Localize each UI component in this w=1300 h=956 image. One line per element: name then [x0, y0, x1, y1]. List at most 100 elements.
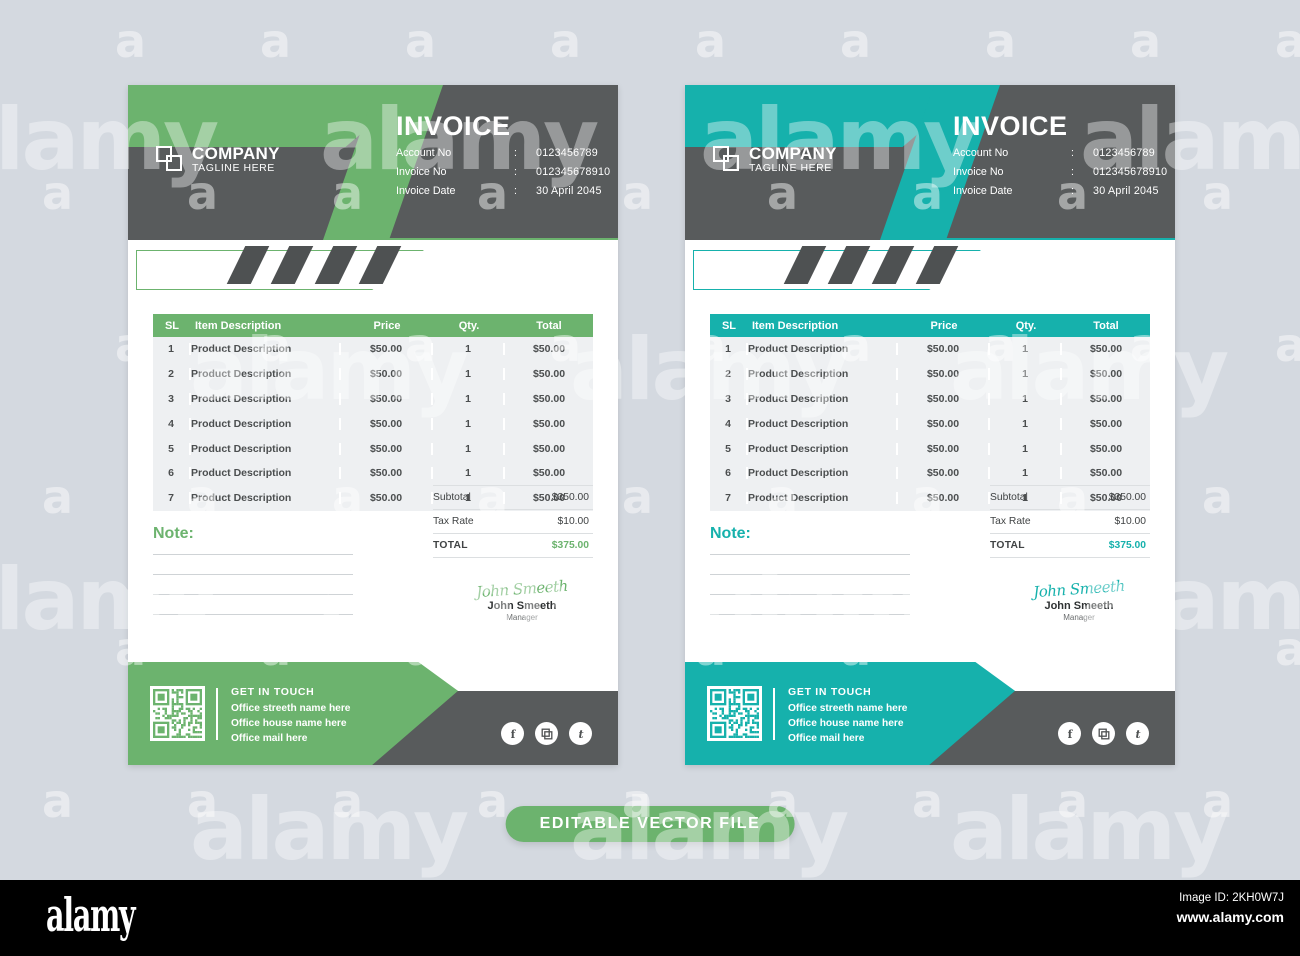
svg-text:t: t — [578, 728, 583, 740]
note-writing-line — [710, 554, 910, 555]
company-tagline: TAGLINE HERE — [192, 161, 275, 174]
social-icons: ft — [501, 722, 592, 745]
facebook-icon[interactable]: f — [501, 722, 524, 745]
cell-sl: 1 — [710, 343, 748, 356]
cell-desc: Product Description — [191, 442, 341, 455]
table-header-4: Total — [536, 319, 562, 332]
invoice-title: INVOICE — [953, 111, 1068, 141]
invoice-meta-value-0: 0123456789 — [536, 147, 598, 159]
watermark-letter: a — [1275, 14, 1300, 68]
cell-qty: 1 — [433, 417, 505, 430]
note-title: Note: — [710, 525, 751, 542]
svg-text:f: f — [1067, 728, 1073, 740]
invoice-meta-value-1: 012345678910 — [1093, 166, 1168, 178]
footer-contact-line-0: Office streeth name here — [788, 703, 908, 714]
invoice-footer: GET IN TOUCH Office streeth name here Off… — [128, 662, 618, 765]
table-row: 6 Product Description $50.00 1 $50.00 — [153, 460, 593, 486]
instagram-icon[interactable] — [535, 722, 558, 745]
cell-desc: Product Description — [191, 417, 341, 430]
cell-desc: Product Description — [191, 343, 341, 356]
watermark-letter: a — [405, 14, 437, 68]
cell-price: $50.00 — [341, 343, 433, 356]
watermark-letter: a — [42, 774, 74, 828]
watermark-letter: a — [1202, 470, 1234, 524]
totals-label-0: Subtotal — [433, 492, 471, 503]
instagram-icon[interactable] — [1092, 722, 1115, 745]
cell-qty: 1 — [990, 467, 1062, 480]
cell-desc: Product Description — [748, 368, 898, 381]
watermark-letter: a — [622, 470, 654, 524]
totals-row: TOTAL $375.00 — [433, 534, 593, 558]
cell-total: $50.00 — [532, 343, 566, 356]
watermark-letter: a — [912, 774, 944, 828]
signature-role: Manager — [506, 613, 538, 622]
invoice-meta-list: Account No : 0123456789 Invoice No : 012… — [396, 147, 610, 204]
cell-desc: Product Description — [191, 392, 341, 405]
signature-script: John Smeeth — [1032, 576, 1126, 602]
totals-label-1: Tax Rate — [990, 516, 1031, 527]
table-row: 4 Product Description $50.00 1 $50.00 — [710, 411, 1150, 437]
company-name: COMPANY — [192, 144, 280, 163]
invoice-meta-key-1: Invoice No — [396, 166, 447, 178]
cell-desc: Product Description — [748, 392, 898, 405]
totals-label-0: Subtotal — [990, 492, 1028, 503]
watermark-letter: a — [1202, 166, 1234, 220]
twitter-icon[interactable]: t — [1126, 722, 1149, 745]
watermark-letter: a — [1202, 774, 1234, 828]
note-writing-line — [710, 614, 910, 615]
qr-code-icon — [707, 686, 762, 741]
table-header-3: Qty. — [1015, 319, 1037, 332]
table-header-2: Price — [373, 319, 401, 332]
totals-value-2: $375.00 — [551, 540, 589, 551]
totals-row: Subtotal $350.00 — [433, 485, 593, 510]
table-row: 3 Product Description $50.00 1 $50.00 — [153, 386, 593, 412]
cell-total: $50.00 — [532, 442, 566, 455]
cell-desc: Product Description — [191, 467, 341, 480]
table-header-0: SL — [164, 319, 180, 332]
watermark-letter: a — [42, 470, 74, 524]
facebook-icon[interactable]: f — [1058, 722, 1081, 745]
footer-contact-line-2: Office mail here — [788, 732, 865, 744]
twitter-icon[interactable]: t — [569, 722, 592, 745]
totals-value-0: $350.00 — [1108, 492, 1146, 503]
cell-sl: 3 — [710, 392, 748, 405]
invoice-items-table: SL Item Description Price Qty. Total 1 Produ… — [153, 314, 593, 511]
totals-label-2: TOTAL — [433, 540, 468, 551]
table-row: 4 Product Description $50.00 1 $50.00 — [153, 411, 593, 437]
image-id-label: Image ID: 2KH0W7J — [1179, 892, 1284, 904]
cell-desc: Product Description — [191, 492, 341, 505]
watermark-letter: a — [260, 14, 292, 68]
signature-block: John Smeeth John Smeeth Manager — [462, 577, 582, 622]
watermark-letter: a — [1057, 774, 1089, 828]
cell-sl: 3 — [153, 392, 191, 405]
invoice-meta-row: Account No : 0123456789 — [396, 147, 610, 159]
cell-sl: 4 — [710, 417, 748, 430]
cell-price: $50.00 — [898, 442, 990, 455]
totals-row: TOTAL $375.00 — [990, 534, 1150, 558]
table-row: 3 Product Description $50.00 1 $50.00 — [710, 386, 1150, 412]
invoice-meta-key-1: Invoice No — [953, 166, 1004, 178]
cell-desc: Product Description — [191, 368, 341, 381]
invoice-meta-key-0: Account No — [396, 147, 452, 159]
company-tagline: TAGLINE HERE — [749, 161, 832, 174]
footer-divider — [773, 688, 775, 740]
table-header-1: Item Description — [752, 319, 839, 332]
cell-sl: 7 — [710, 492, 748, 505]
watermark-letter: a — [622, 166, 654, 220]
cell-sl: 6 — [153, 467, 191, 480]
totals-value-2: $375.00 — [1108, 540, 1146, 551]
invoice-card-teal: COMPANY TAGLINE HERE INVOICE Account No … — [685, 85, 1175, 765]
signature-role: Manager — [1063, 613, 1095, 622]
invoice-meta-colon-1: : — [514, 166, 517, 178]
totals-row: Tax Rate $10.00 — [990, 510, 1150, 534]
watermark-letter: a — [0, 626, 1, 672]
invoice-meta-colon-2: : — [514, 185, 517, 197]
cell-price: $50.00 — [341, 492, 433, 505]
invoice-meta-colon-0: : — [1071, 147, 1074, 159]
table-row: 5 Product Description $50.00 1 $50.00 — [710, 436, 1150, 461]
table-row: 1 Product Description $50.00 1 $50.00 — [153, 337, 593, 362]
watermark-letter: a — [0, 322, 1, 368]
watermark-letter: a — [550, 14, 582, 68]
footer-contact-block: GET IN TOUCH Office streeth name here Off… — [788, 686, 907, 746]
watermark-letter: a — [0, 18, 1, 64]
